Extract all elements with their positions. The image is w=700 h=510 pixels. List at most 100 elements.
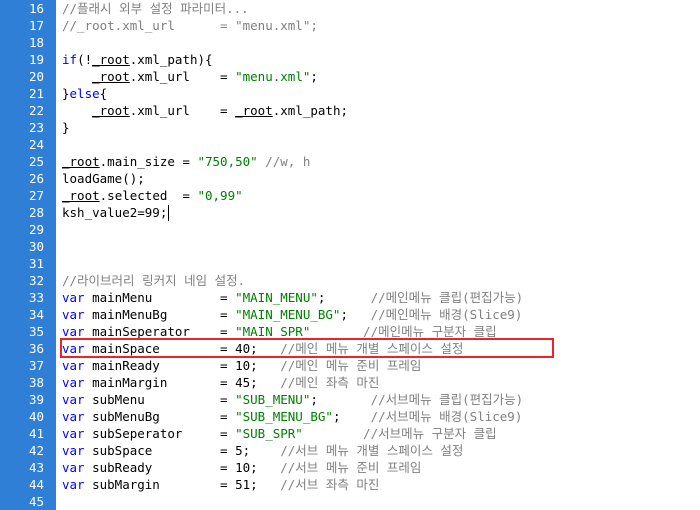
- code-line[interactable]: 32 //라이브러리 링커지 네임 설정.: [0, 272, 700, 289]
- code-line[interactable]: 29: [0, 221, 700, 238]
- code-token: var: [62, 290, 85, 305]
- code-token: var: [62, 324, 85, 339]
- code-token: var: [62, 443, 85, 458]
- code-line[interactable]: 41 var subSeperator = "SUB_SPR" //서브메뉴 구분…: [0, 425, 700, 442]
- code-editor[interactable]: 16 //플래시 외부 설정 파라미터... 17 //_root.xml_url =…: [0, 0, 700, 510]
- code-token: //라이브러리 링커지 네임 설정.: [62, 273, 246, 288]
- code-token: //서브메뉴 클립(편집가능): [370, 392, 524, 407]
- code-text: _root.main_size = "750,50" //w, h: [62, 153, 310, 170]
- code-text: ksh_value2=99;: [62, 204, 167, 221]
- code-token: {: [99, 86, 108, 101]
- code-line[interactable]: 31: [0, 255, 700, 272]
- code-text: //_root.xml_url = "menu.xml";: [62, 17, 318, 34]
- highlight-annotation-box: [60, 338, 554, 358]
- code-token: _root: [92, 52, 130, 67]
- code-text: var mainReady = 10; //메인 메뉴 준비 프레임: [62, 357, 421, 374]
- code-token: "0,99": [197, 188, 243, 203]
- code-token: //플래시 외부 설정 파라미터...: [62, 1, 249, 16]
- line-number: 18: [28, 35, 44, 50]
- code-token: //서브 메뉴 개별 스페이스 설정: [280, 443, 464, 458]
- code-line[interactable]: 22 _root.xml_url = _root.xml_path;: [0, 102, 700, 119]
- code-line[interactable]: 33 var mainMenu = "MAIN_MENU"; //메인메뉴 클립(…: [0, 289, 700, 306]
- code-token: ;: [332, 409, 371, 424]
- line-number: 31: [28, 256, 44, 271]
- line-number: 44: [28, 477, 44, 492]
- code-token: .xml_path;: [272, 103, 349, 118]
- line-number: 41: [28, 426, 44, 441]
- code-line[interactable]: 19 if(!_root.xml_path){: [0, 51, 700, 68]
- code-line[interactable]: 38 var mainMargin = 45; //메인 좌측 마진: [0, 374, 700, 391]
- line-number: 27: [28, 188, 44, 203]
- code-text: }else{: [62, 85, 107, 102]
- code-token: "menu.xml": [235, 69, 311, 84]
- code-token: //서브메뉴 배경(Slice9): [370, 409, 523, 424]
- code-token: "750,50": [197, 154, 258, 169]
- line-number: 29: [28, 222, 44, 237]
- code-token: .selected =: [99, 188, 198, 203]
- line-number: 28: [28, 205, 44, 220]
- code-line[interactable]: 25 _root.main_size = "750,50" //w, h: [0, 153, 700, 170]
- code-text: var subMargin = 51; //서브 좌측 마진: [62, 476, 379, 493]
- code-text: }: [62, 119, 70, 136]
- code-line[interactable]: 45: [0, 493, 700, 510]
- code-line[interactable]: 24: [0, 136, 700, 153]
- code-line[interactable]: 34 var mainMenuBg = "MAIN_MENU_BG"; //메인메…: [0, 306, 700, 323]
- code-token: subMargin = 51;: [84, 477, 281, 492]
- code-line[interactable]: 18: [0, 34, 700, 51]
- line-number: 40: [28, 409, 44, 424]
- code-line[interactable]: 23}: [0, 119, 700, 136]
- code-text: if(!_root.xml_path){: [62, 51, 213, 68]
- code-token: var: [62, 392, 85, 407]
- code-line[interactable]: 42 var subSpace = 5; //서브 메뉴 개별 스페이스 설정: [0, 442, 700, 459]
- code-line[interactable]: 26 loadGame();: [0, 170, 700, 187]
- code-text: _root.xml_url = "menu.xml";: [62, 68, 318, 85]
- code-line[interactable]: 44 var subMargin = 51; //서브 좌측 마진: [0, 476, 700, 493]
- code-token: ;: [317, 290, 371, 305]
- line-number: 35: [28, 324, 44, 339]
- line-number: 23: [28, 120, 44, 135]
- code-line[interactable]: 28 ksh_value2=99;: [0, 204, 700, 221]
- code-token: "SUB_MENU": [235, 392, 311, 407]
- code-text: var subSpace = 5; //서브 메뉴 개별 스페이스 설정: [62, 442, 463, 459]
- code-line[interactable]: 30: [0, 238, 700, 255]
- code-line[interactable]: 37 var mainReady = 10; //메인 메뉴 준비 프레임: [0, 357, 700, 374]
- code-token: var: [62, 375, 85, 390]
- code-token: .main_size =: [99, 154, 198, 169]
- code-token: ksh_value2=99;: [62, 205, 168, 220]
- code-token: var: [62, 426, 85, 441]
- code-token: "SUB_MENU_BG": [235, 409, 333, 424]
- line-number: 16: [28, 1, 44, 16]
- code-token: _root: [62, 154, 100, 169]
- code-token: //서브 메뉴 준비 프레임: [280, 460, 422, 475]
- line-number: 25: [28, 154, 44, 169]
- code-token: mainMenuBg =: [84, 307, 236, 322]
- code-line[interactable]: 16 //플래시 외부 설정 파라미터...: [0, 0, 700, 17]
- code-token: var: [62, 307, 85, 322]
- code-line[interactable]: 27 _root.selected = "0,99": [0, 187, 700, 204]
- code-token: mainSeperator =: [84, 324, 236, 339]
- code-line[interactable]: 21}else{: [0, 85, 700, 102]
- code-text: var mainMenuBg = "MAIN_MENU_BG"; //메인메뉴 …: [62, 306, 522, 323]
- code-line[interactable]: 40 var subMenuBg = "SUB_MENU_BG"; //서브메뉴 …: [0, 408, 700, 425]
- code-token: (!: [77, 52, 93, 67]
- code-line[interactable]: 39 var subMenu = "SUB_MENU"; //서브메뉴 클립(편집…: [0, 391, 700, 408]
- line-number: 17: [28, 18, 44, 33]
- code-line[interactable]: 43 var subReady = 10; //서브 메뉴 준비 프레임: [0, 459, 700, 476]
- code-token: }: [62, 86, 70, 101]
- code-token: var: [62, 460, 85, 475]
- code-text: var subReady = 10; //서브 메뉴 준비 프레임: [62, 459, 421, 476]
- code-token: "MAIN_SPR": [235, 324, 311, 339]
- line-number: 33: [28, 290, 44, 305]
- code-token: ;: [310, 69, 318, 84]
- code-token: }: [62, 120, 70, 135]
- code-token: //w, h: [265, 154, 311, 169]
- code-token: mainReady = 10;: [84, 358, 281, 373]
- code-line[interactable]: 20 _root.xml_url = "menu.xml";: [0, 68, 700, 85]
- code-text: var subMenu = "SUB_MENU"; //서브메뉴 클립(편집가능…: [62, 391, 523, 408]
- code-token: .xml_url =: [129, 69, 236, 84]
- code-token: if: [62, 52, 78, 67]
- code-token: .xml_url =: [129, 103, 236, 118]
- code-line[interactable]: 17 //_root.xml_url = "menu.xml";: [0, 17, 700, 34]
